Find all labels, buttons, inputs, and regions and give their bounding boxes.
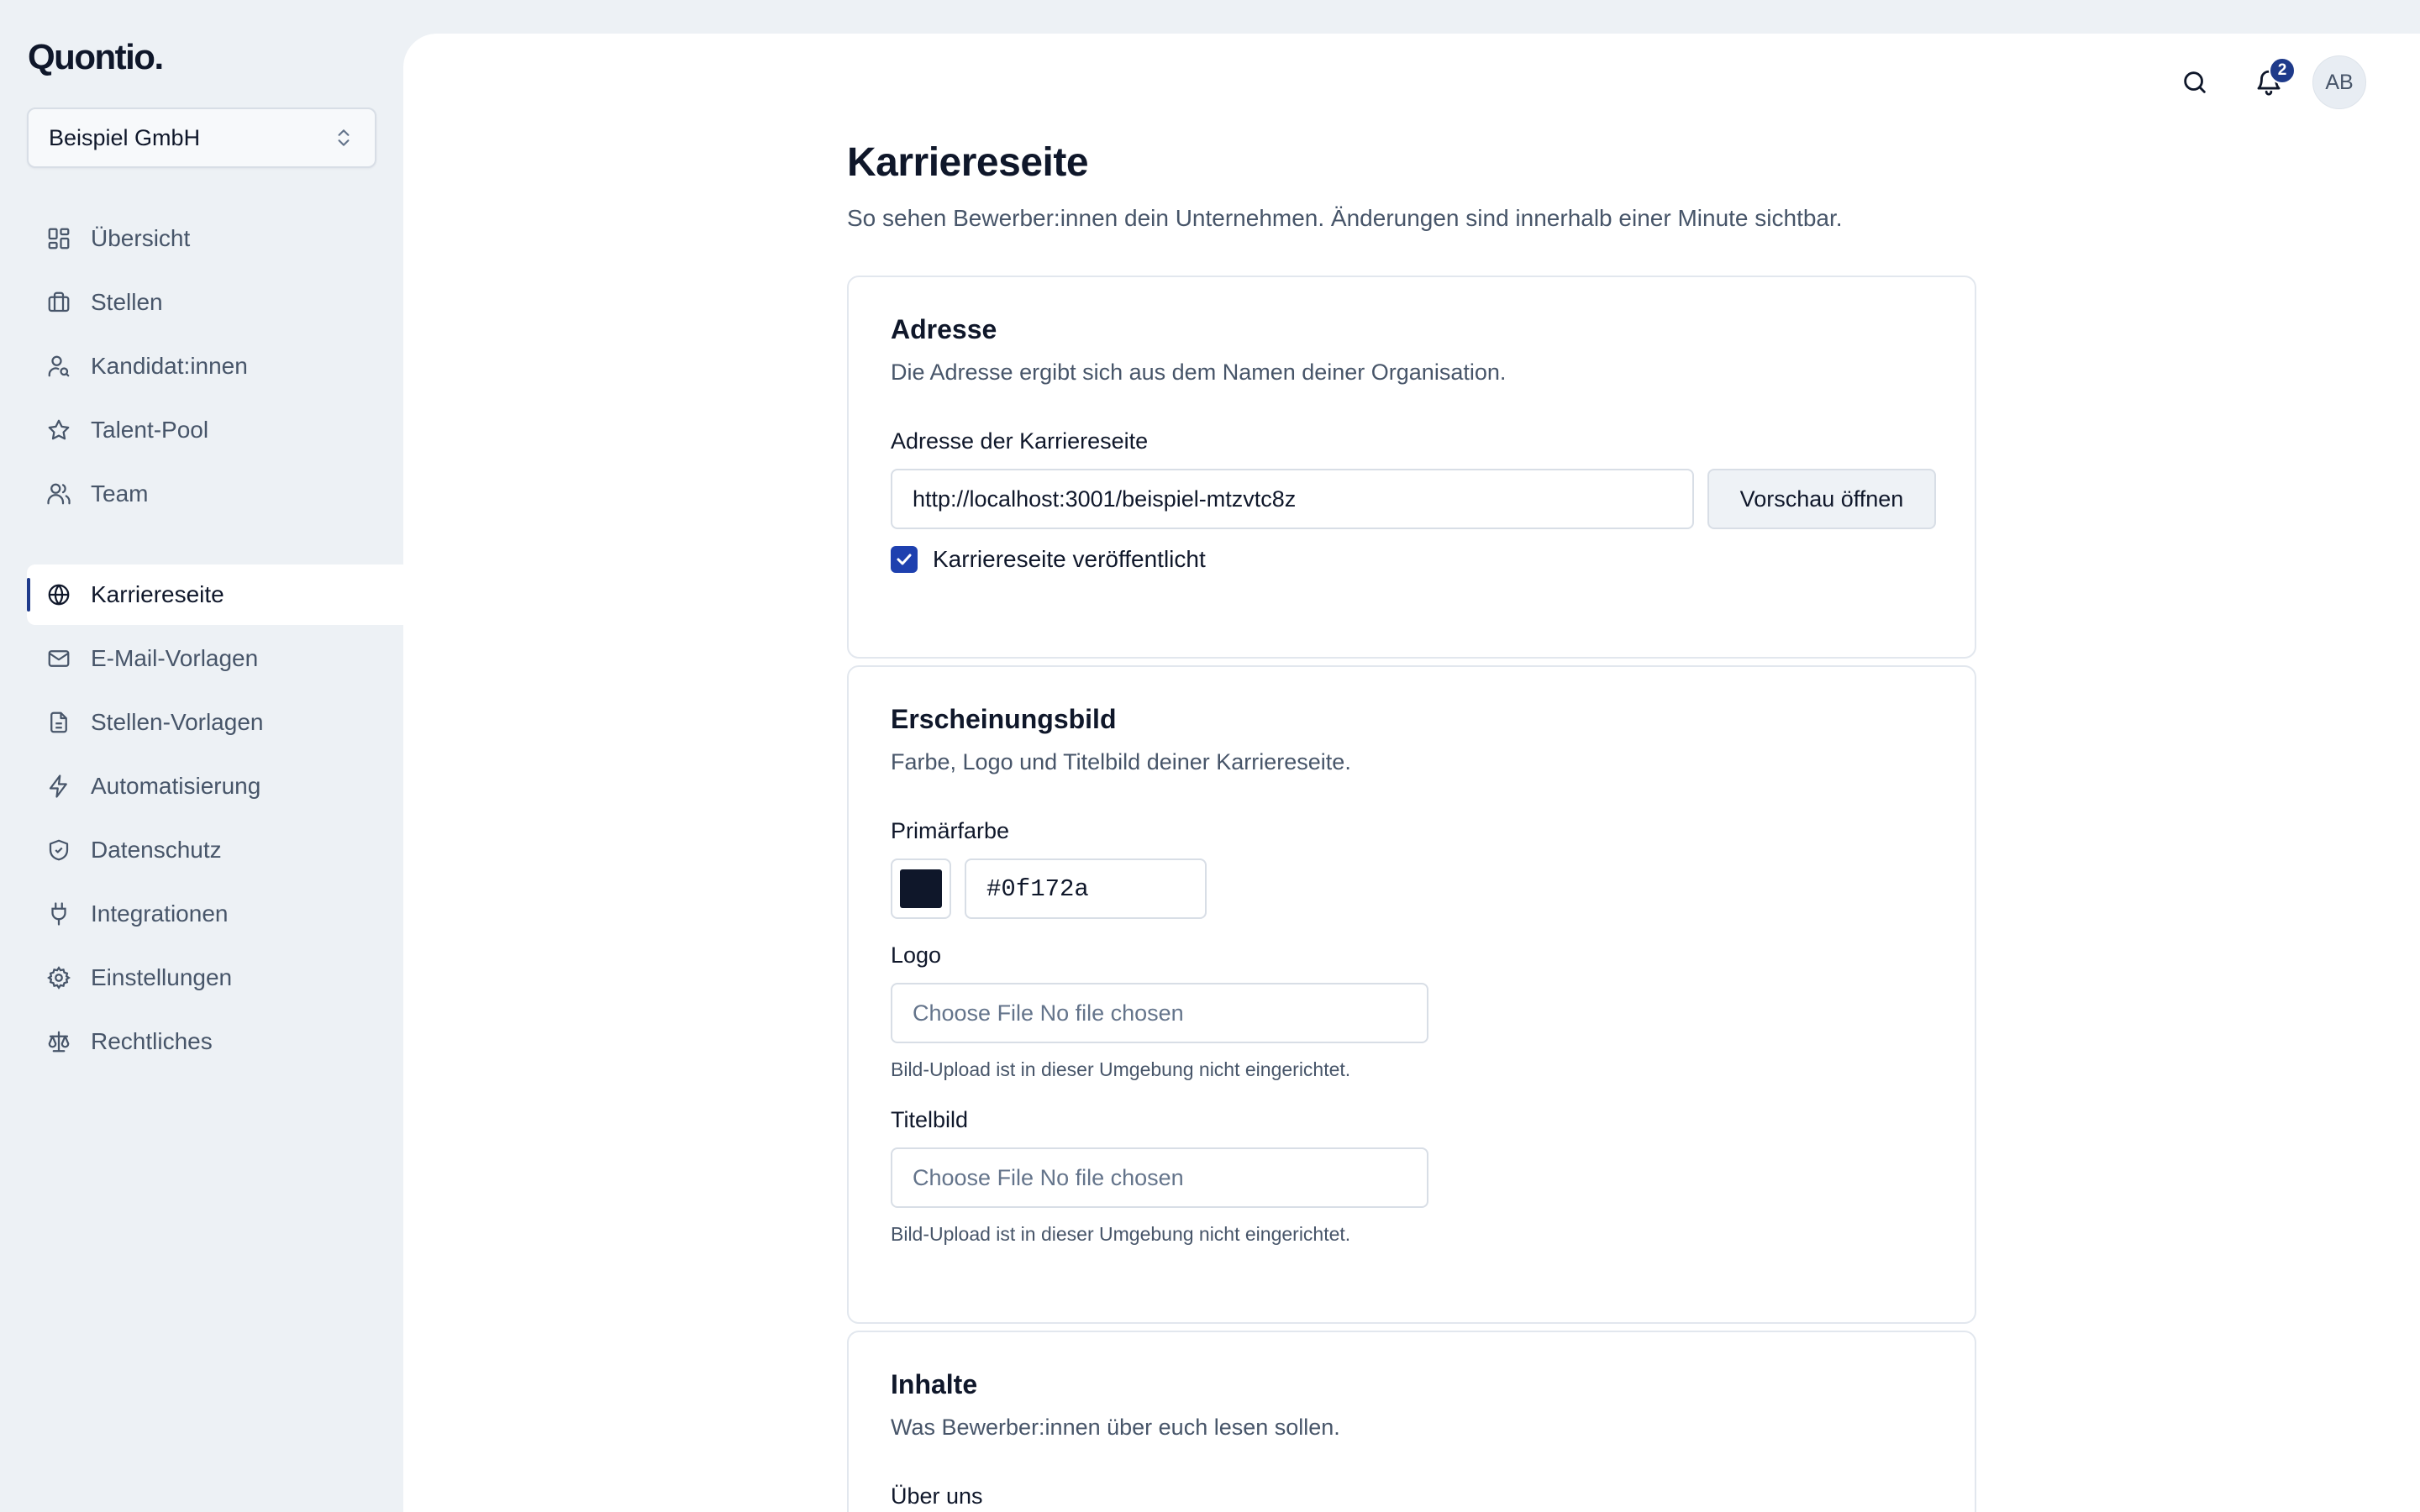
sidebar-item-label: Stellen	[91, 289, 163, 315]
sidebar-item-label: Stellen-Vorlagen	[91, 709, 264, 735]
address-card: Adresse Die Adresse ergibt sich aus dem …	[847, 276, 1976, 659]
sidebar-item-label: Automatisierung	[91, 773, 261, 799]
sidebar-item-label: Übersicht	[91, 225, 191, 251]
sidebar-item-email-vorlagen[interactable]: E-Mail-Vorlagen	[27, 628, 403, 689]
sidebar-item-label: Karriereseite	[91, 581, 224, 607]
career-url-input[interactable]: http://localhost:3001/beispiel-mtzvtc8z	[891, 469, 1694, 529]
primary-color-label: Primärfarbe	[891, 818, 1010, 843]
sidebar-item-uebersicht[interactable]: Übersicht	[27, 208, 403, 269]
appearance-card: Erscheinungsbild Farbe, Logo und Titelbi…	[847, 665, 1976, 1324]
notification-badge: 2	[2269, 57, 2296, 84]
color-picker[interactable]	[891, 858, 951, 919]
primary-color-input[interactable]: #0f172a	[965, 858, 1207, 919]
globe-icon	[45, 581, 72, 608]
chevrons-up-down-icon	[338, 129, 350, 146]
brand-logo[interactable]: Quontio.	[28, 37, 164, 77]
star-icon	[45, 417, 72, 444]
sidebar-item-einstellungen[interactable]: Einstellungen	[27, 948, 403, 1008]
sidebar-item-talent-pool[interactable]: Talent-Pool	[27, 400, 403, 460]
about-label: Über uns	[891, 1483, 983, 1509]
sidebar-item-stellen-vorlagen[interactable]: Stellen-Vorlagen	[27, 692, 403, 753]
users-icon	[45, 480, 72, 507]
logo-file-input[interactable]: Choose File No file chosen	[891, 983, 1428, 1043]
org-switcher[interactable]: Beispiel GmbH	[27, 108, 376, 168]
sidebar-item-integrationen[interactable]: Integrationen	[27, 884, 403, 944]
content-card-description: Was Bewerber:innen über euch lesen solle…	[891, 1415, 1340, 1440]
sidebar-item-label: Einstellungen	[91, 964, 233, 990]
plug-icon	[45, 900, 72, 927]
preview-button[interactable]: Vorschau öffnen	[1707, 469, 1936, 529]
sidebar-item-label: E-Mail-Vorlagen	[91, 645, 259, 671]
published-label[interactable]: Karriereseite veröffentlicht	[933, 546, 1206, 573]
address-card-description: Die Adresse ergibt sich aus dem Namen de…	[891, 360, 1507, 385]
sidebar-item-team[interactable]: Team	[27, 464, 403, 524]
check-icon	[897, 554, 912, 565]
sidebar-item-automatisierung[interactable]: Automatisierung	[27, 756, 403, 816]
sidebar-item-label: Integrationen	[91, 900, 229, 927]
gear-icon	[45, 964, 72, 991]
main-panel: 2 AB Karriereseite So sehen Bewerber:inn…	[403, 34, 2420, 1512]
career-url-label: Adresse der Karriereseite	[891, 428, 1149, 454]
sidebar-item-rechtliches[interactable]: Rechtliches	[27, 1011, 403, 1072]
sidebar-nav-secondary: Karriereseite E-Mail-Vorlagen Stellen-Vo…	[27, 564, 403, 1075]
sidebar-item-label: Team	[91, 480, 149, 507]
search-button[interactable]	[2171, 59, 2218, 106]
cover-help-text: Bild-Upload ist in dieser Umgebung nicht…	[891, 1223, 1351, 1245]
sidebar-item-label: Talent-Pool	[91, 417, 209, 443]
org-switcher-label: Beispiel GmbH	[49, 124, 201, 150]
sidebar-item-datenschutz[interactable]: Datenschutz	[27, 820, 403, 880]
topbar-actions: 2 AB	[2144, 55, 2366, 109]
page-subtitle: So sehen Bewerber:innen dein Unternehmen…	[847, 205, 1843, 231]
logo-label: Logo	[891, 942, 942, 968]
published-toggle-row: Karriereseite veröffentlicht	[891, 546, 1206, 573]
logo-help-text: Bild-Upload ist in dieser Umgebung nicht…	[891, 1058, 1351, 1080]
briefcase-icon	[45, 289, 72, 316]
user-search-icon	[45, 353, 72, 380]
file-text-icon	[45, 709, 72, 736]
sidebar-nav-primary: Übersicht Stellen Kandidat:innen Talent-…	[27, 208, 403, 528]
scale-icon	[45, 1028, 72, 1055]
color-swatch	[900, 869, 942, 908]
appearance-card-description: Farbe, Logo und Titelbild deiner Karrier…	[891, 749, 1351, 774]
sidebar-item-label: Rechtliches	[91, 1028, 213, 1054]
dashboard-icon	[45, 225, 72, 252]
content-card: Inhalte Was Bewerber:innen über euch les…	[847, 1331, 1976, 1512]
notifications-button[interactable]: 2	[2245, 57, 2296, 106]
address-card-title: Adresse	[891, 314, 997, 344]
sidebar-item-label: Kandidat:innen	[91, 353, 248, 379]
sidebar-item-kandidatinnen[interactable]: Kandidat:innen	[27, 336, 403, 396]
page-title: Karriereseite	[847, 140, 1089, 185]
search-icon	[2184, 71, 2206, 93]
zap-icon	[45, 773, 72, 800]
appearance-card-title: Erscheinungsbild	[891, 704, 1117, 734]
avatar[interactable]: AB	[2312, 55, 2366, 109]
content-card-title: Inhalte	[891, 1369, 978, 1399]
sidebar: Quontio. Beispiel GmbH Übersicht Stellen…	[0, 0, 403, 1512]
published-checkbox[interactable]	[891, 546, 918, 573]
cover-label: Titelbild	[891, 1107, 969, 1132]
mail-icon	[45, 645, 72, 672]
shield-check-icon	[45, 837, 72, 864]
sidebar-item-label: Datenschutz	[91, 837, 222, 863]
sidebar-item-stellen[interactable]: Stellen	[27, 272, 403, 333]
cover-file-input[interactable]: Choose File No file chosen	[891, 1147, 1428, 1208]
sidebar-item-karriereseite[interactable]: Karriereseite	[27, 564, 403, 625]
